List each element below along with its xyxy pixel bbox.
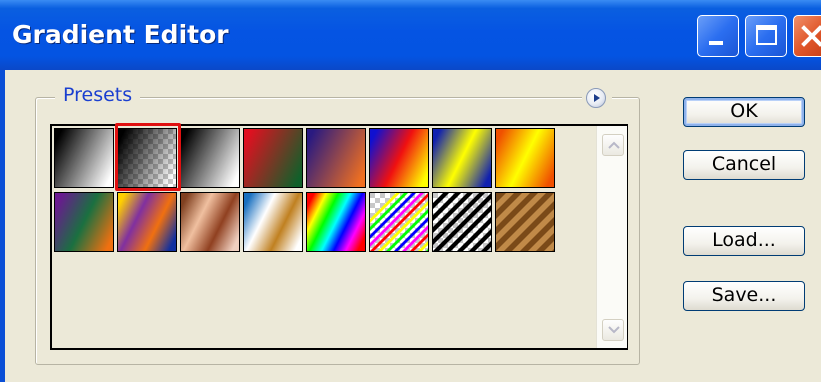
gradient-swatch-violet-green-orange[interactable]	[54, 192, 114, 252]
gradient-swatch-yellow-violet-orange-blue[interactable]	[117, 192, 177, 252]
chevron-down-icon	[608, 326, 620, 334]
presets-label: Presets	[55, 84, 141, 106]
gradient-swatch-transparent-rainbow[interactable]	[369, 192, 429, 252]
save-button[interactable]: Save...	[683, 281, 805, 311]
presets-menu-button[interactable]	[586, 88, 606, 108]
ok-button[interactable]: OK	[683, 97, 805, 127]
presets-menu-button-area	[582, 84, 612, 112]
selected-swatch-highlight	[115, 123, 181, 191]
gradient-swatch-orange-yellow-orange[interactable]	[495, 128, 555, 188]
scroll-up-button[interactable]	[602, 134, 624, 156]
gradient-swatch-blue-yellow-blue[interactable]	[432, 128, 492, 188]
close-button[interactable]	[793, 15, 821, 57]
gradient-swatch-chrome[interactable]	[243, 192, 303, 252]
title-bar[interactable]: Gradient Editor	[0, 0, 821, 70]
menu-arrow-icon	[594, 94, 600, 102]
gradient-swatch-violet-orange[interactable]	[306, 128, 366, 188]
gradient-swatch-transparent-stripes[interactable]	[432, 192, 492, 252]
minimize-icon	[709, 41, 723, 45]
presets-scrollbar[interactable]	[596, 126, 627, 348]
load-button[interactable]: Load...	[683, 226, 805, 256]
gradient-swatch-black-white[interactable]	[180, 128, 240, 188]
gradient-swatch-blue-red-yellow[interactable]	[369, 128, 429, 188]
gradient-swatch-red-green[interactable]	[243, 128, 303, 188]
window-left-border	[0, 70, 5, 382]
gradient-swatch-wood-stripes[interactable]	[495, 192, 555, 252]
window-title: Gradient Editor	[12, 20, 229, 49]
cancel-button[interactable]: Cancel	[683, 150, 805, 180]
gradient-swatch-foreground-to-background[interactable]	[54, 128, 114, 188]
scroll-down-button[interactable]	[602, 319, 624, 341]
chevron-up-icon	[608, 141, 620, 149]
gradient-swatch-copper[interactable]	[180, 192, 240, 252]
minimize-button[interactable]	[697, 15, 739, 57]
gradient-swatch-spectrum[interactable]	[306, 192, 366, 252]
maximize-icon	[756, 25, 777, 45]
close-icon	[801, 25, 821, 47]
maximize-button[interactable]	[745, 15, 787, 57]
